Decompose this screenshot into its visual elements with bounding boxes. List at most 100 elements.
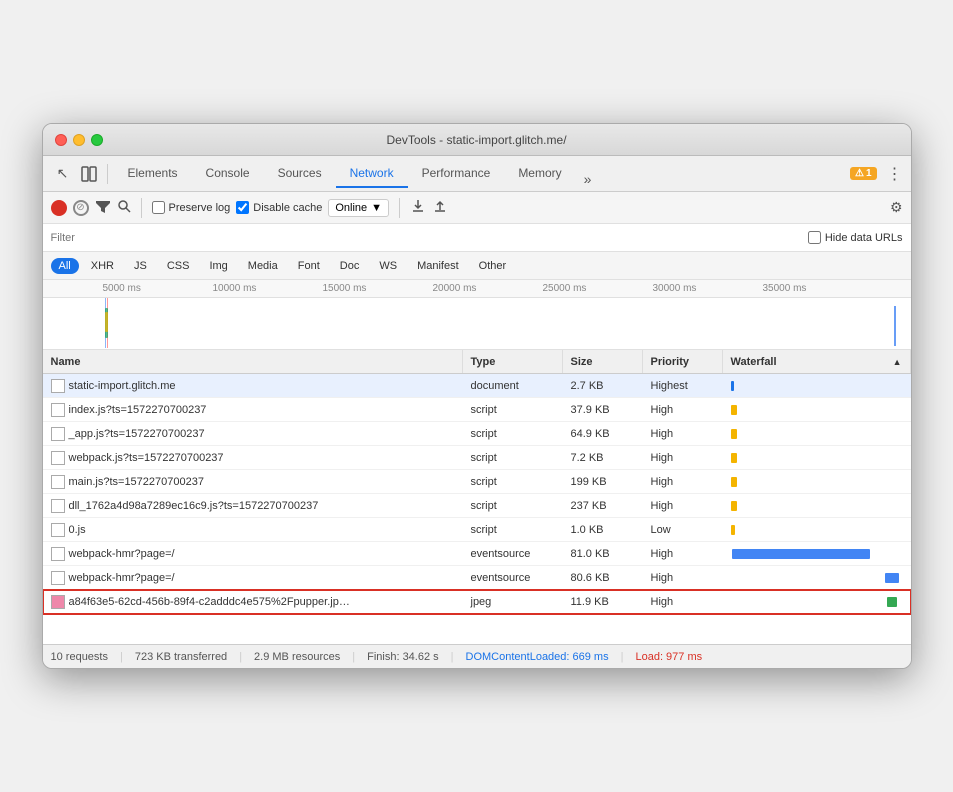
type-filter-img[interactable]: Img [201, 258, 235, 274]
toolbar-separator [107, 164, 108, 184]
import-har-button[interactable] [410, 198, 426, 217]
type-filter-other[interactable]: Other [471, 258, 515, 274]
td-waterfall-4 [723, 470, 911, 493]
file-icon-2 [51, 427, 65, 441]
table-row[interactable]: 0.js script 1.0 KB Low [43, 518, 911, 542]
warning-badge[interactable]: ⚠ 1 [850, 167, 877, 180]
file-icon-1 [51, 403, 65, 417]
type-filter-css[interactable]: CSS [159, 258, 198, 274]
hide-data-urls-checkbox[interactable] [808, 231, 821, 244]
table-row[interactable]: a84f63e5-62cd-456b-89f4-c2adddc4e575%2Fp… [43, 590, 911, 614]
th-name[interactable]: Name [43, 350, 463, 373]
ruler-mark-4: 20000 ms [433, 283, 477, 294]
td-type-1: script [463, 398, 563, 421]
td-waterfall-7 [723, 542, 911, 565]
table-row[interactable]: index.js?ts=1572270700237 script 37.9 KB… [43, 398, 911, 422]
tab-console[interactable]: Console [192, 160, 264, 188]
td-size-5: 237 KB [563, 494, 643, 517]
td-name-2: _app.js?ts=1572270700237 [43, 422, 463, 445]
table-row[interactable]: webpack.js?ts=1572270700237 script 7.2 K… [43, 446, 911, 470]
domcontent-loaded: DOMContentLoaded: 669 ms [466, 651, 609, 663]
type-filter-xhr[interactable]: XHR [83, 258, 122, 274]
tab-sources[interactable]: Sources [264, 160, 336, 188]
tab-memory[interactable]: Memory [504, 160, 575, 188]
more-tabs-button[interactable]: » [576, 171, 600, 187]
close-button[interactable] [55, 134, 67, 146]
kebab-menu-button[interactable]: ⋮ [887, 164, 903, 184]
table-row[interactable]: webpack-hmr?page=/ eventsource 81.0 KB H… [43, 542, 911, 566]
td-type-7: eventsource [463, 542, 563, 565]
tab-elements[interactable]: Elements [114, 160, 192, 188]
td-type-2: script [463, 422, 563, 445]
table-row[interactable]: dll_1762a4d98a7289ec16c9.js?ts=157227070… [43, 494, 911, 518]
td-type-4: script [463, 470, 563, 493]
ruler-mark-1: 5000 ms [103, 283, 141, 294]
td-priority-7: High [643, 542, 723, 565]
panel-toggle-icon[interactable] [77, 162, 101, 186]
throttle-select[interactable]: Online ▼ [328, 199, 389, 217]
preserve-log-label[interactable]: Preserve log [152, 201, 231, 214]
td-priority-6: Low [643, 518, 723, 541]
record-button[interactable] [51, 200, 67, 216]
minimize-button[interactable] [73, 134, 85, 146]
maximize-button[interactable] [91, 134, 103, 146]
table-row[interactable]: _app.js?ts=1572270700237 script 64.9 KB … [43, 422, 911, 446]
transferred-size: 723 KB transferred [135, 651, 227, 663]
type-filter-all[interactable]: All [51, 258, 79, 274]
img-icon-9 [51, 595, 65, 609]
table-row[interactable]: main.js?ts=1572270700237 script 199 KB H… [43, 470, 911, 494]
td-type-9: jpeg [463, 590, 563, 613]
td-priority-1: High [643, 398, 723, 421]
type-filter-doc[interactable]: Doc [332, 258, 368, 274]
search-icon[interactable] [117, 199, 131, 216]
disable-cache-checkbox[interactable] [236, 201, 249, 214]
td-priority-0: Highest [643, 374, 723, 397]
th-type[interactable]: Type [463, 350, 563, 373]
filter-icon[interactable] [95, 198, 111, 217]
disable-cache-label[interactable]: Disable cache [236, 201, 322, 214]
network-settings-button[interactable]: ⚙ [890, 199, 903, 216]
td-size-4: 199 KB [563, 470, 643, 493]
preserve-log-checkbox[interactable] [152, 201, 165, 214]
timeline-ruler: 5000 ms 10000 ms 15000 ms 20000 ms 25000… [43, 280, 911, 298]
th-priority[interactable]: Priority [643, 350, 723, 373]
devtools-window: DevTools - static-import.glitch.me/ ↖ El… [42, 123, 912, 669]
status-bar: 10 requests | 723 KB transferred | 2.9 M… [43, 644, 911, 668]
table-row[interactable]: static-import.glitch.me document 2.7 KB … [43, 374, 911, 398]
devtools-toolbar: ↖ Elements Console Sources Network Perfo… [43, 156, 911, 192]
filter-input[interactable] [51, 232, 111, 244]
stop-button[interactable]: ⊘ [73, 200, 89, 216]
th-waterfall[interactable]: Waterfall ▲ [723, 350, 911, 373]
td-name-3: webpack.js?ts=1572270700237 [43, 446, 463, 469]
ruler-mark-6: 30000 ms [653, 283, 697, 294]
type-filter-media[interactable]: Media [240, 258, 286, 274]
type-filter-js[interactable]: JS [126, 258, 155, 274]
ruler-mark-2: 10000 ms [213, 283, 257, 294]
type-filter-bar: All XHR JS CSS Img Media Font Doc WS Man… [43, 252, 911, 280]
td-name-4: main.js?ts=1572270700237 [43, 470, 463, 493]
tab-bar: Elements Console Sources Network Perform… [114, 160, 848, 187]
td-type-3: script [463, 446, 563, 469]
export-har-button[interactable] [432, 198, 448, 217]
type-filter-ws[interactable]: WS [371, 258, 405, 274]
type-filter-font[interactable]: Font [290, 258, 328, 274]
finish-time: Finish: 34.62 s [367, 651, 439, 663]
filter-bar: Hide data URLs [43, 224, 911, 252]
td-waterfall-2 [723, 422, 911, 445]
table-row[interactable]: webpack-hmr?page=/ eventsource 80.6 KB H… [43, 566, 911, 590]
ruler-mark-5: 25000 ms [543, 283, 587, 294]
td-priority-2: High [643, 422, 723, 445]
th-size[interactable]: Size [563, 350, 643, 373]
type-filter-manifest[interactable]: Manifest [409, 258, 467, 274]
td-name-7: webpack-hmr?page=/ [43, 542, 463, 565]
td-name-0: static-import.glitch.me [43, 374, 463, 397]
tab-performance[interactable]: Performance [408, 160, 505, 188]
td-name-5: dll_1762a4d98a7289ec16c9.js?ts=157227070… [43, 494, 463, 517]
cursor-tool-icon[interactable]: ↖ [51, 162, 75, 186]
file-icon-0 [51, 379, 65, 393]
tab-network[interactable]: Network [336, 160, 408, 188]
td-waterfall-0 [723, 374, 911, 397]
hide-data-urls-label[interactable]: Hide data URLs [808, 231, 903, 244]
td-priority-9: High [643, 590, 723, 613]
file-icon-6 [51, 523, 65, 537]
